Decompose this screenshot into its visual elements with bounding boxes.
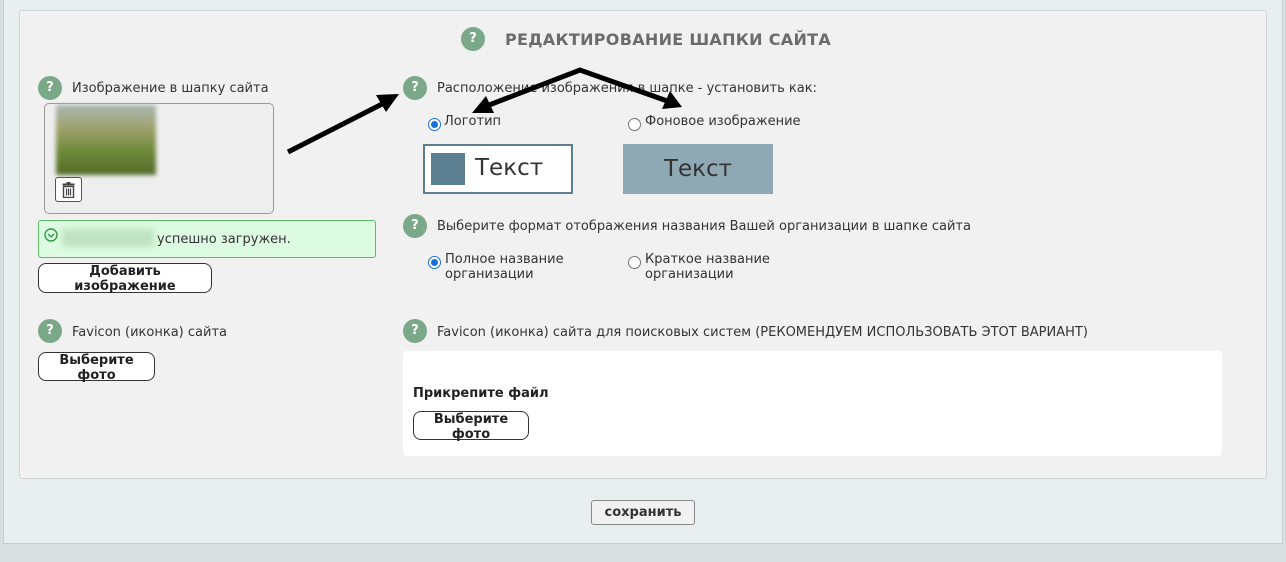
help-icon[interactable]: ? — [403, 76, 427, 100]
header-image-label: Изображение в шапку сайта — [72, 81, 269, 96]
help-icon[interactable]: ? — [38, 319, 62, 343]
upload-success-message: успешно загружен. — [38, 220, 376, 258]
uploaded-file-name-redacted — [62, 229, 154, 247]
chevron-down-circle-icon — [44, 228, 58, 242]
radio-background-image-label: Фоновое изображение — [645, 114, 801, 129]
favicon-search-label: Favicon (иконка) сайта для поисковых сис… — [437, 325, 1088, 340]
background-placement-preview: Текст — [623, 144, 773, 194]
favicon-choose-photo-button[interactable]: Выберите фото — [38, 352, 155, 383]
favicon-label: Favicon (иконка) сайта — [72, 325, 227, 340]
favicon-search-upload-panel: Прикрепите файл Выберите фото — [403, 351, 1222, 456]
radio-logo[interactable] — [428, 118, 441, 131]
radio-full-name[interactable] — [428, 256, 441, 269]
attach-file-label: Прикрепите файл — [413, 386, 549, 401]
delete-image-button[interactable] — [55, 177, 82, 202]
page-title: РЕДАКТИРОВАНИЕ ШАПКИ САЙТА — [505, 30, 832, 49]
name-format-label: Выберите формат отображения названия Ваш… — [437, 219, 971, 234]
help-icon[interactable]: ? — [38, 76, 62, 100]
save-button[interactable]: сохранить — [591, 500, 695, 525]
placement-label: Расположение изображения в шапке - устан… — [437, 81, 817, 96]
help-icon[interactable]: ? — [403, 319, 427, 343]
radio-full-name-label: Полное название организации — [445, 252, 564, 282]
trash-icon — [62, 181, 75, 198]
radio-short-name[interactable] — [628, 256, 641, 269]
add-image-button[interactable]: Добавить изображение — [38, 263, 212, 294]
favicon-search-choose-photo-button[interactable]: Выберите фото — [413, 411, 529, 442]
logo-square — [431, 153, 465, 185]
help-icon[interactable]: ? — [403, 214, 427, 238]
radio-logo-label: Логотип — [444, 114, 502, 129]
upload-status-text: успешно загружен. — [157, 232, 291, 247]
radio-background-image[interactable] — [628, 118, 641, 131]
radio-short-name-label: Краткое название организации — [645, 252, 770, 282]
header-image-preview — [44, 103, 274, 214]
header-image-thumbnail — [56, 105, 156, 175]
logo-placement-preview: Текст — [423, 144, 573, 194]
help-icon[interactable]: ? — [461, 27, 485, 51]
logo-preview-text: Текст — [475, 155, 544, 181]
